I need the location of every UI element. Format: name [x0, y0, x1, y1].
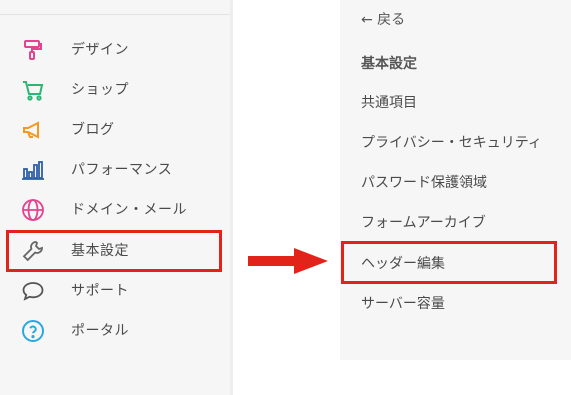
submenu-item-common[interactable]: 共通項目	[361, 83, 417, 123]
paint-roller-icon	[20, 38, 46, 62]
submenu-heading: 基本設定	[361, 56, 417, 72]
sidebar-item-label: ドメイン・メール	[71, 202, 187, 218]
sidebar-item-label: サポート	[71, 283, 129, 299]
back-link[interactable]: ← 戻る	[361, 0, 405, 40]
sidebar-edge	[230, 0, 233, 395]
globe-icon	[20, 198, 46, 222]
megaphone-icon	[20, 118, 46, 142]
right-arrow-icon	[248, 248, 328, 274]
sidebar-divider	[0, 14, 230, 15]
sidebar-item-label: ブログ	[71, 122, 115, 138]
highlight-box-basic-settings	[6, 230, 222, 272]
sidebar-item-shop[interactable]: ショップ	[0, 70, 230, 110]
submenu-item-privacy-security[interactable]: プライバシー・セキュリティ	[361, 123, 542, 163]
submenu-item-server-capacity[interactable]: サーバー容量	[361, 284, 445, 324]
sidebar-item-performance[interactable]: パフォーマンス	[0, 150, 230, 190]
sidebar-item-support[interactable]: サポート	[0, 271, 230, 311]
sidebar-item-label: ショップ	[71, 82, 129, 98]
highlight-box-header-edit	[341, 241, 557, 284]
submenu-item-form-archive[interactable]: フォームアーカイブ	[361, 203, 486, 243]
sidebar-item-design[interactable]: デザイン	[0, 30, 230, 70]
sidebar-item-label: パフォーマンス	[71, 162, 173, 178]
sidebar-item-label: ポータル	[71, 323, 129, 339]
settings-submenu: ← 戻る 基本設定 共通項目 プライバシー・セキュリティ パスワード保護領域 フ…	[340, 0, 571, 360]
cart-icon	[20, 78, 46, 102]
sidebar-item-blog[interactable]: ブログ	[0, 110, 230, 150]
main-sidebar: デザイン ショップ ブログ パフォーマンス ドメイン・メール 基本設定 サポート…	[0, 0, 230, 395]
sidebar-item-label: デザイン	[71, 42, 129, 58]
sidebar-item-domain-mail[interactable]: ドメイン・メール	[0, 190, 230, 230]
chat-bubble-icon	[20, 279, 46, 303]
help-circle-icon	[20, 319, 46, 343]
submenu-item-password-protected-area[interactable]: パスワード保護領域	[361, 163, 487, 203]
bar-chart-icon	[20, 158, 46, 182]
sidebar-item-portal[interactable]: ポータル	[0, 311, 230, 351]
